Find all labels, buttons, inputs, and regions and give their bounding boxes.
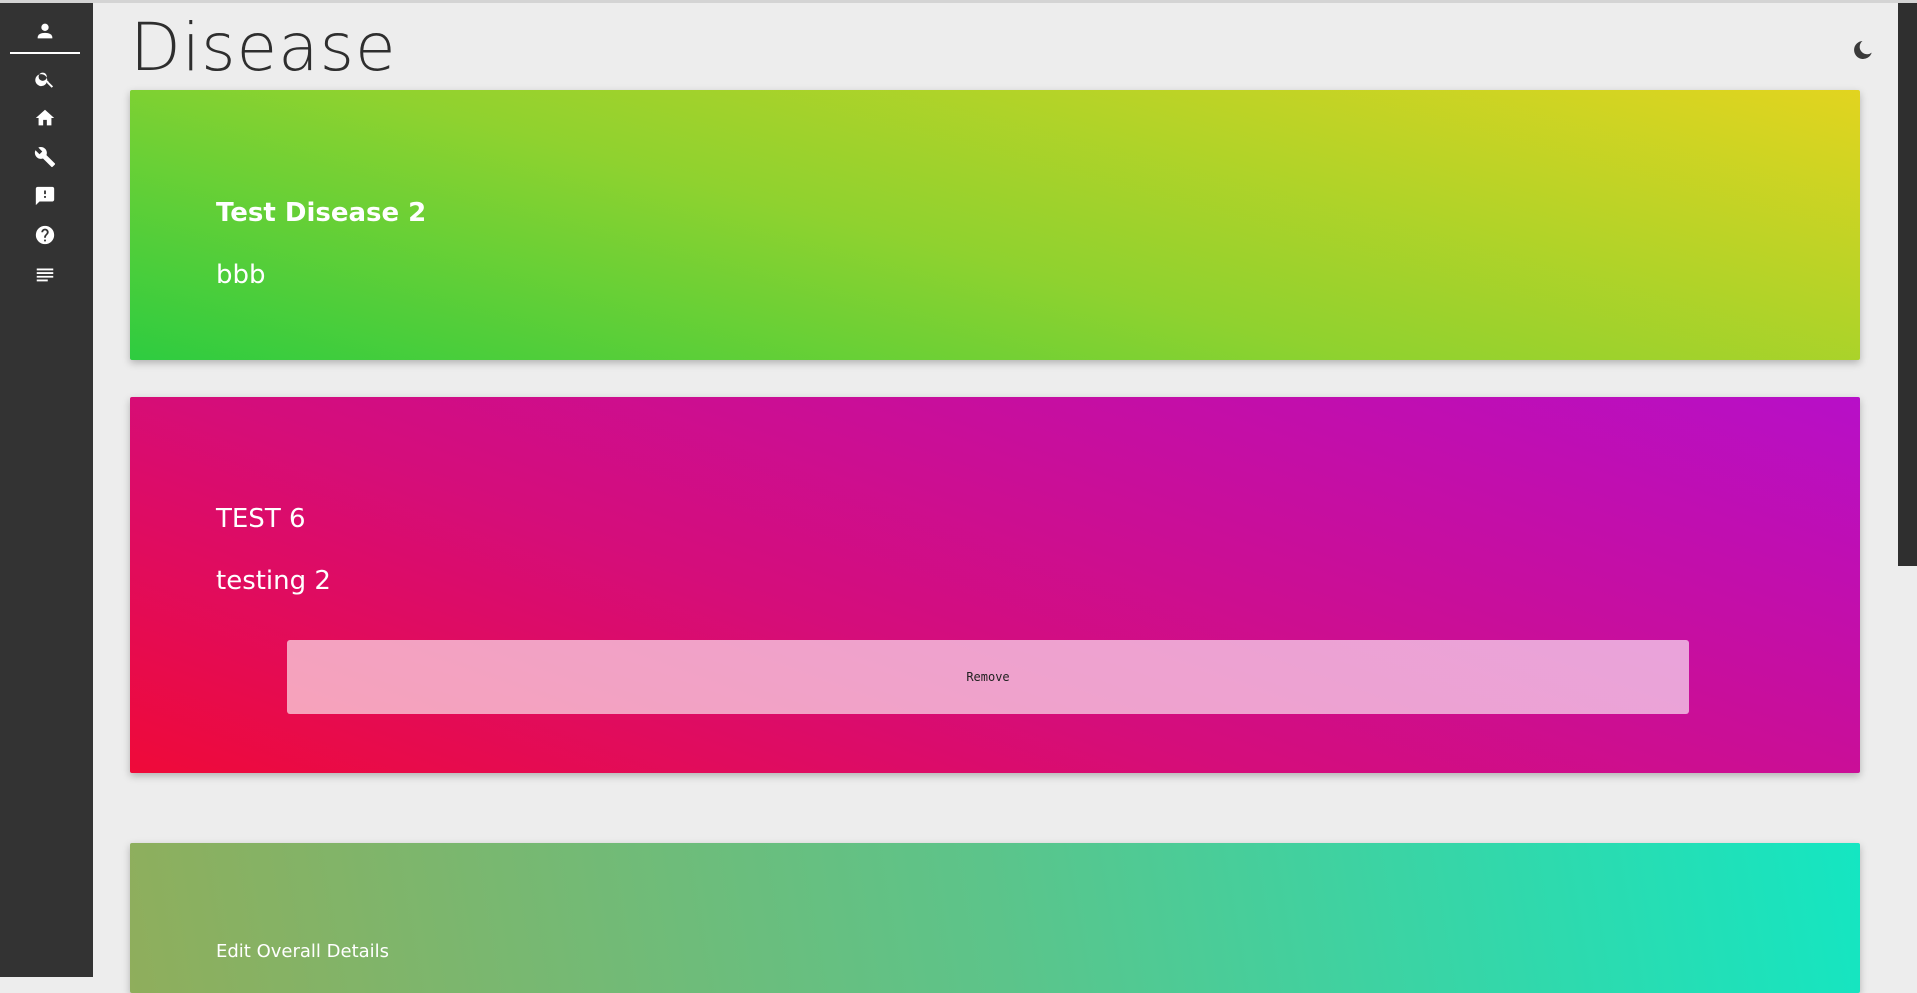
- disease-description: bbb: [216, 260, 266, 290]
- disease-description: testing 2: [216, 566, 331, 596]
- moon-icon[interactable]: [1853, 38, 1877, 62]
- sidebar-active-underline: [10, 52, 80, 54]
- disease-card: Test Disease 2 bbb: [130, 90, 1860, 360]
- feedback-icon[interactable]: [29, 180, 61, 212]
- user-icon[interactable]: [29, 15, 61, 47]
- scrollbar-thumb[interactable]: [1898, 3, 1917, 566]
- sidebar: [0, 3, 93, 977]
- list-icon[interactable]: [29, 258, 61, 290]
- page-title: Disease: [130, 9, 397, 86]
- disease-card: TEST 6 testing 2 Remove: [130, 397, 1860, 773]
- window-top-border: [0, 0, 1917, 3]
- disease-name: Test Disease 2: [216, 198, 427, 228]
- home-icon[interactable]: [29, 102, 61, 134]
- help-icon[interactable]: [29, 219, 61, 251]
- edit-overall-card[interactable]: Edit Overall Details: [130, 843, 1860, 993]
- disease-name: TEST 6: [216, 504, 306, 534]
- remove-button[interactable]: Remove: [287, 640, 1689, 714]
- edit-overall-label[interactable]: Edit Overall Details: [216, 941, 389, 963]
- wrench-icon[interactable]: [29, 141, 61, 173]
- search-icon[interactable]: [29, 63, 61, 95]
